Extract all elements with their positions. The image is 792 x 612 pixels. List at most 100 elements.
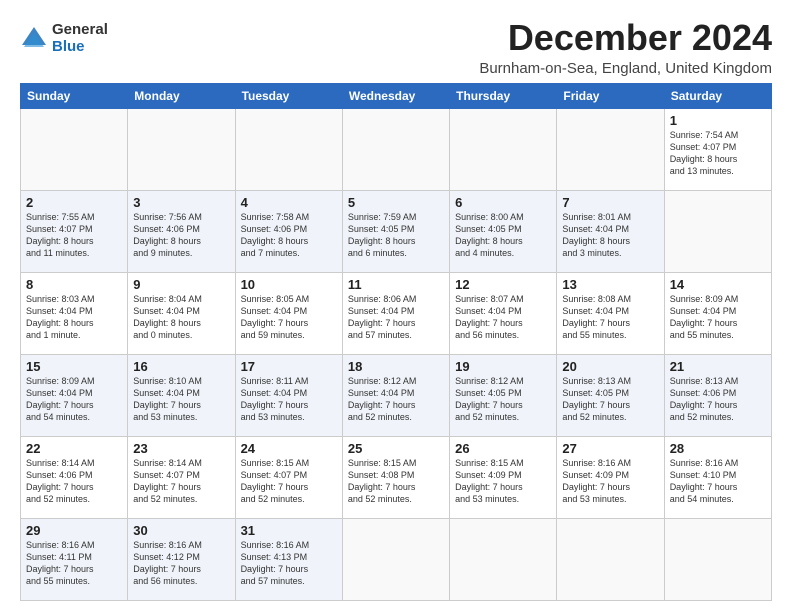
day-info: Sunrise: 7:56 AMSunset: 4:06 PMDaylight:… — [133, 211, 229, 260]
table-row: 21Sunrise: 8:13 AMSunset: 4:06 PMDayligh… — [664, 354, 771, 436]
table-row: 16Sunrise: 8:10 AMSunset: 4:04 PMDayligh… — [128, 354, 235, 436]
day-info: Sunrise: 8:04 AMSunset: 4:04 PMDaylight:… — [133, 293, 229, 342]
day-info: Sunrise: 8:16 AMSunset: 4:11 PMDaylight:… — [26, 539, 122, 588]
day-number: 7 — [562, 195, 658, 210]
day-number: 21 — [670, 359, 766, 374]
table-row: 22Sunrise: 8:14 AMSunset: 4:06 PMDayligh… — [21, 436, 128, 518]
day-info: Sunrise: 8:13 AMSunset: 4:05 PMDaylight:… — [562, 375, 658, 424]
table-row: 10Sunrise: 8:05 AMSunset: 4:04 PMDayligh… — [235, 272, 342, 354]
col-friday: Friday — [557, 83, 664, 108]
table-row: 6Sunrise: 8:00 AMSunset: 4:05 PMDaylight… — [450, 190, 557, 272]
table-row: 12Sunrise: 8:07 AMSunset: 4:04 PMDayligh… — [450, 272, 557, 354]
day-number: 10 — [241, 277, 337, 292]
calendar-week-5: 22Sunrise: 8:14 AMSunset: 4:06 PMDayligh… — [21, 436, 772, 518]
day-info: Sunrise: 8:14 AMSunset: 4:07 PMDaylight:… — [133, 457, 229, 506]
day-number: 18 — [348, 359, 444, 374]
day-info: Sunrise: 8:11 AMSunset: 4:04 PMDaylight:… — [241, 375, 337, 424]
day-number: 31 — [241, 523, 337, 538]
table-row: 1Sunrise: 7:54 AMSunset: 4:07 PMDaylight… — [664, 108, 771, 190]
table-row: 31Sunrise: 8:16 AMSunset: 4:13 PMDayligh… — [235, 518, 342, 600]
table-row — [342, 108, 449, 190]
table-row: 2Sunrise: 7:55 AMSunset: 4:07 PMDaylight… — [21, 190, 128, 272]
calendar-week-1: 1Sunrise: 7:54 AMSunset: 4:07 PMDaylight… — [21, 108, 772, 190]
logo-icon — [20, 25, 48, 53]
month-title: December 2024 — [479, 18, 772, 58]
col-sunday: Sunday — [21, 83, 128, 108]
header: General Blue December 2024 Burnham-on-Se… — [20, 18, 772, 77]
col-wednesday: Wednesday — [342, 83, 449, 108]
calendar-week-2: 2Sunrise: 7:55 AMSunset: 4:07 PMDaylight… — [21, 190, 772, 272]
table-row: 8Sunrise: 8:03 AMSunset: 4:04 PMDaylight… — [21, 272, 128, 354]
table-row — [235, 108, 342, 190]
day-number: 29 — [26, 523, 122, 538]
day-info: Sunrise: 8:08 AMSunset: 4:04 PMDaylight:… — [562, 293, 658, 342]
calendar-table: Sunday Monday Tuesday Wednesday Thursday… — [20, 83, 772, 601]
logo-general: General — [52, 22, 108, 39]
day-info: Sunrise: 7:59 AMSunset: 4:05 PMDaylight:… — [348, 211, 444, 260]
table-row: 3Sunrise: 7:56 AMSunset: 4:06 PMDaylight… — [128, 190, 235, 272]
day-number: 11 — [348, 277, 444, 292]
logo: General Blue — [20, 22, 108, 55]
day-info: Sunrise: 8:16 AMSunset: 4:10 PMDaylight:… — [670, 457, 766, 506]
day-info: Sunrise: 8:01 AMSunset: 4:04 PMDaylight:… — [562, 211, 658, 260]
day-info: Sunrise: 8:16 AMSunset: 4:09 PMDaylight:… — [562, 457, 658, 506]
day-number: 3 — [133, 195, 229, 210]
day-info: Sunrise: 7:54 AMSunset: 4:07 PMDaylight:… — [670, 129, 766, 178]
day-number: 25 — [348, 441, 444, 456]
day-number: 13 — [562, 277, 658, 292]
calendar-week-6: 29Sunrise: 8:16 AMSunset: 4:11 PMDayligh… — [21, 518, 772, 600]
table-row: 25Sunrise: 8:15 AMSunset: 4:08 PMDayligh… — [342, 436, 449, 518]
day-number: 6 — [455, 195, 551, 210]
table-row: 4Sunrise: 7:58 AMSunset: 4:06 PMDaylight… — [235, 190, 342, 272]
day-number: 27 — [562, 441, 658, 456]
logo-text: General Blue — [52, 22, 108, 55]
table-row: 13Sunrise: 8:08 AMSunset: 4:04 PMDayligh… — [557, 272, 664, 354]
table-row: 9Sunrise: 8:04 AMSunset: 4:04 PMDaylight… — [128, 272, 235, 354]
table-row: 15Sunrise: 8:09 AMSunset: 4:04 PMDayligh… — [21, 354, 128, 436]
day-number: 9 — [133, 277, 229, 292]
day-number: 28 — [670, 441, 766, 456]
table-row — [557, 108, 664, 190]
table-row: 30Sunrise: 8:16 AMSunset: 4:12 PMDayligh… — [128, 518, 235, 600]
day-info: Sunrise: 8:15 AMSunset: 4:09 PMDaylight:… — [455, 457, 551, 506]
day-info: Sunrise: 8:12 AMSunset: 4:04 PMDaylight:… — [348, 375, 444, 424]
day-number: 19 — [455, 359, 551, 374]
day-number: 2 — [26, 195, 122, 210]
table-row: 29Sunrise: 8:16 AMSunset: 4:11 PMDayligh… — [21, 518, 128, 600]
table-row: 5Sunrise: 7:59 AMSunset: 4:05 PMDaylight… — [342, 190, 449, 272]
table-row: 26Sunrise: 8:15 AMSunset: 4:09 PMDayligh… — [450, 436, 557, 518]
day-info: Sunrise: 8:12 AMSunset: 4:05 PMDaylight:… — [455, 375, 551, 424]
day-info: Sunrise: 8:00 AMSunset: 4:05 PMDaylight:… — [455, 211, 551, 260]
table-row: 27Sunrise: 8:16 AMSunset: 4:09 PMDayligh… — [557, 436, 664, 518]
day-number: 15 — [26, 359, 122, 374]
calendar-week-4: 15Sunrise: 8:09 AMSunset: 4:04 PMDayligh… — [21, 354, 772, 436]
location-subtitle: Burnham-on-Sea, England, United Kingdom — [479, 60, 772, 77]
table-row: 24Sunrise: 8:15 AMSunset: 4:07 PMDayligh… — [235, 436, 342, 518]
day-number: 5 — [348, 195, 444, 210]
table-row — [342, 518, 449, 600]
logo-blue: Blue — [52, 39, 108, 56]
table-row — [21, 108, 128, 190]
table-row: 19Sunrise: 8:12 AMSunset: 4:05 PMDayligh… — [450, 354, 557, 436]
calendar-week-3: 8Sunrise: 8:03 AMSunset: 4:04 PMDaylight… — [21, 272, 772, 354]
day-number: 24 — [241, 441, 337, 456]
table-row: 11Sunrise: 8:06 AMSunset: 4:04 PMDayligh… — [342, 272, 449, 354]
table-row — [450, 108, 557, 190]
day-number: 16 — [133, 359, 229, 374]
table-row: 23Sunrise: 8:14 AMSunset: 4:07 PMDayligh… — [128, 436, 235, 518]
day-info: Sunrise: 8:03 AMSunset: 4:04 PMDaylight:… — [26, 293, 122, 342]
day-info: Sunrise: 8:07 AMSunset: 4:04 PMDaylight:… — [455, 293, 551, 342]
col-monday: Monday — [128, 83, 235, 108]
day-info: Sunrise: 8:16 AMSunset: 4:12 PMDaylight:… — [133, 539, 229, 588]
day-info: Sunrise: 8:09 AMSunset: 4:04 PMDaylight:… — [670, 293, 766, 342]
day-info: Sunrise: 8:06 AMSunset: 4:04 PMDaylight:… — [348, 293, 444, 342]
table-row: 18Sunrise: 8:12 AMSunset: 4:04 PMDayligh… — [342, 354, 449, 436]
day-number: 14 — [670, 277, 766, 292]
day-number: 4 — [241, 195, 337, 210]
table-row: 17Sunrise: 8:11 AMSunset: 4:04 PMDayligh… — [235, 354, 342, 436]
day-number: 12 — [455, 277, 551, 292]
day-info: Sunrise: 8:16 AMSunset: 4:13 PMDaylight:… — [241, 539, 337, 588]
header-row: Sunday Monday Tuesday Wednesday Thursday… — [21, 83, 772, 108]
day-info: Sunrise: 8:10 AMSunset: 4:04 PMDaylight:… — [133, 375, 229, 424]
table-row: 7Sunrise: 8:01 AMSunset: 4:04 PMDaylight… — [557, 190, 664, 272]
